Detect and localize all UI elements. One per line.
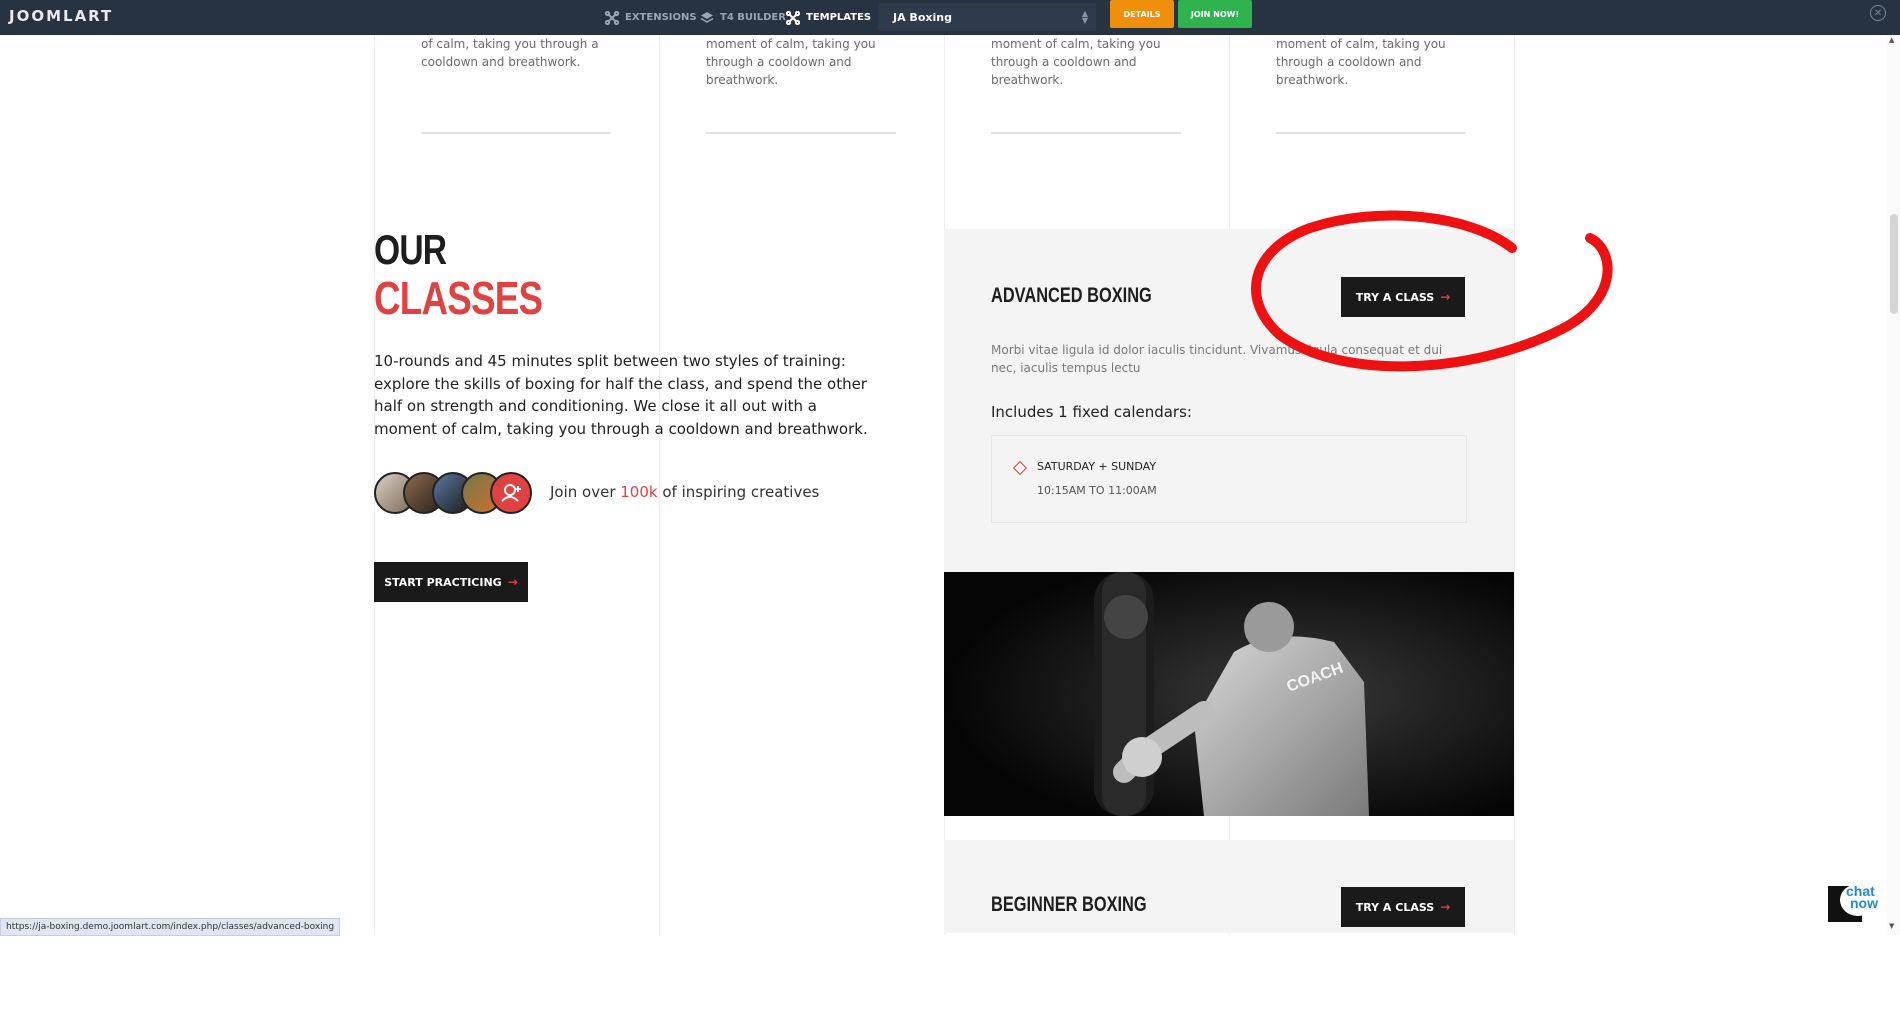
feature-card-text: moment of calm, taking you through a coo… (991, 37, 1161, 87)
scroll-down-icon[interactable]: ▼ (1889, 922, 1894, 930)
photo-illustration: COACH (944, 572, 1514, 816)
start-practicing-label: START PRACTICING (384, 575, 502, 589)
divider (706, 132, 896, 134)
join-prefix: Join over (550, 483, 621, 501)
joomla-icon (605, 10, 619, 25)
class-card-beginner: BEGINNER BOXING TRY A CLASS → (944, 840, 1514, 933)
avatar-group (374, 472, 534, 514)
chat-now-widget[interactable]: chat now (1828, 884, 1880, 922)
feature-card-text: of calm, taking you through a cooldown a… (421, 37, 599, 69)
classes-intro: 10-rounds and 45 minutes split between t… (374, 352, 868, 438)
grid-line (1514, 35, 1515, 935)
scrollbar-thumb[interactable] (1890, 214, 1898, 314)
arrow-right-icon: → (507, 575, 518, 589)
divider (1276, 132, 1466, 134)
divider (991, 132, 1181, 134)
user-plus-icon (501, 484, 521, 502)
heading-our: OUR (374, 226, 447, 273)
class-includes: Includes 1 fixed calendars: (991, 403, 1192, 421)
arrow-right-icon: → (1440, 290, 1451, 304)
status-url: https://ja-boxing.demo.joomlart.com/inde… (0, 918, 341, 936)
feature-card: moment of calm, taking you through a coo… (945, 35, 1229, 135)
join-suffix: of inspiring creatives (657, 483, 820, 501)
try-a-class-button[interactable]: TRY A CLASS → (1341, 887, 1465, 927)
template-select[interactable]: JA Boxing ▲ ▼ (878, 3, 1096, 31)
joomla-icon (786, 10, 800, 25)
chat-label-2: now (1850, 895, 1878, 911)
join-text: Join over 100k of inspiring creatives (550, 483, 819, 501)
top-toolbar: JOOMLART EXTENSIONS T4 BUILDER TEMPLATES… (0, 0, 1900, 35)
try-a-class-label: TRY A CLASS (1355, 290, 1435, 304)
template-select-value: JA Boxing (893, 10, 952, 24)
add-user-icon[interactable] (490, 472, 532, 514)
details-button[interactable]: DETAILS (1110, 0, 1174, 28)
heading-classes: CLASSES (374, 272, 543, 324)
join-now-button[interactable]: JOIN NOW! (1178, 0, 1252, 28)
feature-card: moment of calm, taking you through a coo… (660, 35, 944, 135)
schedule-box: SATURDAY + SUNDAY 10:15AM TO 11:00AM (991, 435, 1467, 523)
join-count: 100k (620, 483, 658, 501)
schedule-times: 10:15AM TO 11:00AM (1037, 484, 1157, 497)
try-a-class-button[interactable]: TRY A CLASS → (1341, 277, 1465, 317)
nav-t4-builder[interactable]: T4 BUILDER (700, 0, 786, 35)
nav-extensions[interactable]: EXTENSIONS (605, 0, 697, 35)
feature-card-text: moment of calm, taking you through a coo… (706, 37, 876, 87)
scrollbar-track[interactable] (1887, 35, 1900, 935)
divider (421, 132, 611, 134)
feature-card: of calm, taking you through a cooldown a… (375, 35, 659, 135)
select-arrows-icon: ▲ ▼ (1081, 9, 1088, 25)
diamond-icon (1012, 460, 1028, 476)
nav-t4-builder-label: T4 BUILDER (720, 12, 786, 23)
nav-templates[interactable]: TEMPLATES (786, 0, 871, 35)
class-card-advanced: ADVANCED BOXING TRY A CLASS → Morbi vita… (944, 229, 1514, 572)
nav-extensions-label: EXTENSIONS (625, 12, 697, 23)
scroll-up-icon[interactable]: ▲ (1889, 36, 1894, 44)
feature-card: moment of calm, taking you through a coo… (1230, 35, 1514, 135)
class-title: BEGINNER BOXING (991, 893, 1147, 916)
class-title: ADVANCED BOXING (991, 284, 1152, 307)
arrow-right-icon: → (1440, 900, 1451, 914)
class-description: Morbi vitae ligula id dolor iaculis tinc… (991, 343, 1443, 375)
nav-templates-label: TEMPLATES (806, 12, 872, 23)
close-icon[interactable]: ✕ (1870, 5, 1886, 21)
layers-icon (700, 11, 714, 23)
start-practicing-button[interactable]: START PRACTICING → (374, 562, 528, 602)
feature-card-text: moment of calm, taking you through a coo… (1276, 37, 1446, 87)
try-a-class-label: TRY A CLASS (1355, 900, 1435, 914)
boxing-coach-photo: COACH (944, 572, 1514, 816)
schedule-days: SATURDAY + SUNDAY (1037, 460, 1157, 473)
joomlart-logo[interactable]: JOOMLART (9, 7, 113, 25)
